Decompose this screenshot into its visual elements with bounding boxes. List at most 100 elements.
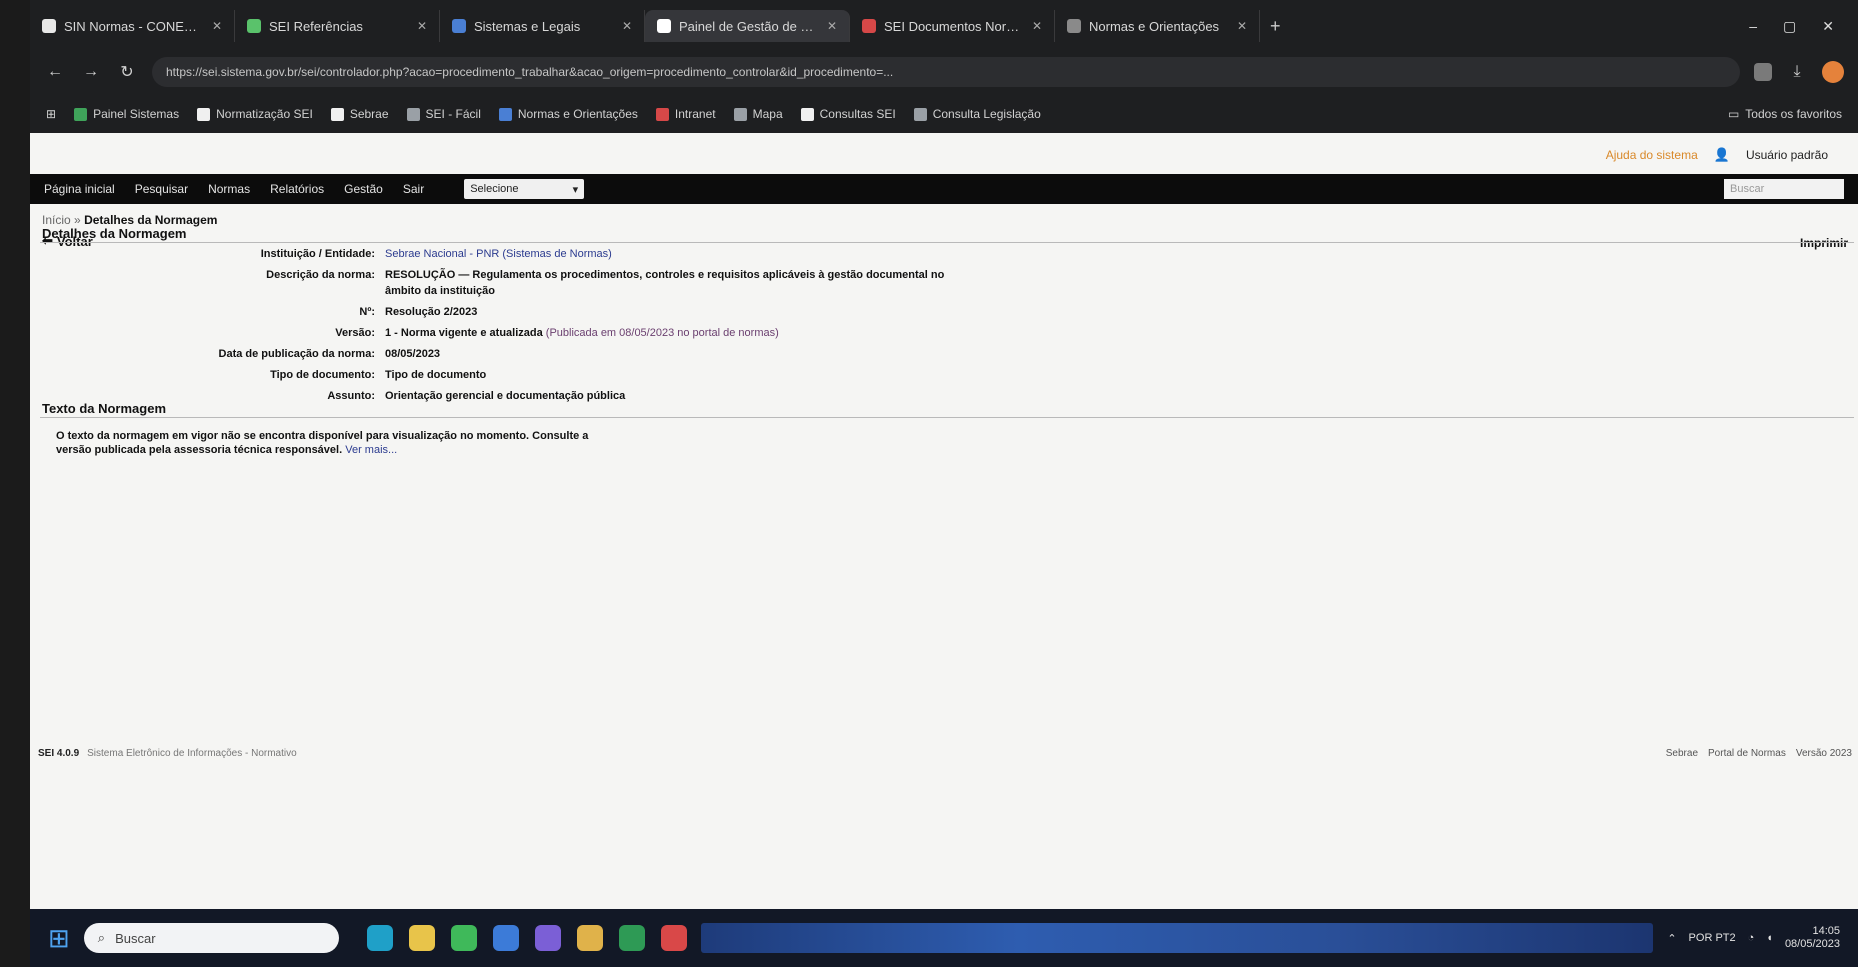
unit-select[interactable]: Selecione ▾	[464, 179, 585, 199]
tab-favicon-icon	[657, 19, 671, 33]
all-bookmarks[interactable]: ▭ Todos os favoritos	[1728, 107, 1842, 121]
maximize-icon[interactable]: ▢	[1783, 18, 1796, 35]
bookmark-item[interactable]: Painel Sistemas	[74, 107, 179, 121]
tray-language[interactable]: POR PT2	[1689, 932, 1736, 944]
field-value[interactable]: Sebrae Nacional - PNR (Sistemas de Norma…	[385, 246, 945, 262]
download-icon[interactable]: ⤓	[1786, 63, 1808, 81]
chrome-app-icon[interactable]	[450, 925, 477, 951]
close-icon[interactable]: ✕	[212, 19, 222, 33]
search-icon: ⌕	[97, 930, 106, 945]
unit-select-value: Selecione	[470, 183, 519, 195]
user-name[interactable]: Usuário padrão	[1746, 148, 1828, 162]
bookmark-label: Sebrae	[349, 107, 389, 121]
field-value: 1 - Norma vigente e atualizada (Publicad…	[385, 325, 945, 341]
field-label: Descrição da norma:	[266, 269, 375, 281]
print-link[interactable]: Imprimir	[1800, 236, 1848, 250]
store-app-icon[interactable]	[492, 925, 519, 951]
menu-item[interactable]: Gestão	[344, 182, 383, 196]
back-icon[interactable]: ←	[44, 63, 66, 81]
norm-text-body: O texto da normagem em vigor não se enco…	[56, 430, 589, 456]
menu-item[interactable]: Relatórios	[270, 182, 324, 196]
bookmark-item[interactable]: Mapa	[733, 107, 783, 121]
bookmark-favicon-icon	[498, 107, 512, 121]
footer-link[interactable]: Sebrae	[1666, 748, 1698, 759]
record-app-icon[interactable]	[660, 925, 687, 951]
menu-item[interactable]: Pesquisar	[135, 182, 188, 196]
bookmark-item[interactable]: Normas e Orientações	[498, 107, 638, 121]
bookmark-item[interactable]: Normatização SEI	[197, 107, 313, 121]
field-value: Orientação gerencial e documentação públ…	[385, 388, 945, 404]
window-controls: – ▢ ✕	[1749, 18, 1858, 35]
new-tab-button[interactable]: +	[1260, 16, 1291, 37]
profile-avatar[interactable]	[1822, 61, 1844, 83]
bookmarks-bar: ⊞ Painel Sistemas Normatização SEI Sebrae SE…	[30, 98, 1858, 130]
excel-app-icon[interactable]	[618, 925, 645, 951]
field-value: 08/05/2023	[385, 346, 945, 362]
bookmark-label: Mapa	[752, 107, 783, 121]
bookmark-item[interactable]: Consulta Legislação	[913, 107, 1041, 121]
bookmark-label: Intranet	[674, 107, 716, 121]
breadcrumb-separator: »	[74, 213, 81, 227]
browser-tab[interactable]: SEI Documentos Normas ✕	[850, 10, 1055, 42]
field-value-text: Resolução 2/2023	[385, 306, 478, 318]
close-window-icon[interactable]: ✕	[1822, 18, 1834, 35]
browser-tab[interactable]: Painel de Gestão de Campos ✕	[645, 10, 850, 42]
tab-label: SEI Documentos Normas	[884, 18, 1024, 34]
user-icon: 👤	[1713, 147, 1730, 162]
close-icon[interactable]: ✕	[417, 19, 427, 33]
field-label: Assunto:	[327, 390, 375, 402]
wifi-icon[interactable]: ◔	[1748, 932, 1755, 944]
close-icon[interactable]: ✕	[827, 19, 837, 33]
forward-icon[interactable]: →	[80, 63, 102, 81]
section-title-text: Texto da Normagem	[42, 401, 167, 416]
taskbar-app-banner[interactable]	[700, 923, 1654, 953]
field-value-text: 1 - Norma vigente e atualizada	[385, 327, 543, 339]
browser-tab[interactable]: SEI Referências ✕	[235, 10, 440, 42]
bookmark-label: Consulta Legislação	[932, 107, 1041, 121]
bookmark-item[interactable]: Intranet	[655, 107, 716, 121]
breadcrumb-home[interactable]: Início	[42, 213, 71, 227]
menu-item[interactable]: Página inicial	[44, 182, 115, 196]
volume-icon[interactable]: ◖	[1766, 932, 1773, 944]
footer-link[interactable]: Portal de Normas	[1708, 748, 1786, 759]
close-icon[interactable]: ✕	[1237, 19, 1247, 33]
menu-item[interactable]: Normas	[208, 182, 250, 196]
taskbar-search-input[interactable]: ⌕ Buscar	[83, 923, 339, 953]
close-icon[interactable]: ✕	[1032, 19, 1042, 33]
browser-tab[interactable]: SIN Normas - CONEN - Sebrah ✕	[30, 10, 235, 42]
chevron-up-icon[interactable]: ⌃	[1667, 932, 1676, 945]
section-title-details: Detalhes da Normagem	[42, 226, 187, 241]
footer-link[interactable]: Versão 2023	[1796, 748, 1852, 759]
menu-search-input[interactable]: Buscar	[1724, 179, 1844, 199]
bookmark-item[interactable]: SEI - Fácil	[406, 107, 481, 121]
browser-tab[interactable]: Normas e Orientações ✕	[1055, 10, 1260, 42]
edge-app-icon[interactable]	[366, 925, 393, 951]
breadcrumb: Início » Detalhes da Normagem	[42, 213, 217, 227]
field-value-text: Sebrae Nacional - PNR (Sistemas de Norma…	[385, 248, 612, 260]
help-link[interactable]: Ajuda do sistema	[1606, 148, 1698, 162]
folder-icon: ▭	[1727, 107, 1740, 121]
extension-icon[interactable]	[1754, 63, 1772, 81]
field-value: RESOLUÇÃO — Regulamenta os procedimentos…	[385, 267, 945, 299]
browser-tab[interactable]: Sistemas e Legais ✕	[440, 10, 645, 42]
reload-icon[interactable]: ↻	[116, 62, 138, 82]
bookmark-item[interactable]: Consultas SEI	[800, 107, 896, 121]
main-menu: Página inicial Pesquisar Normas Relatórios G…	[30, 174, 1858, 204]
files-app-icon[interactable]	[576, 925, 603, 951]
explorer-app-icon[interactable]	[408, 925, 435, 951]
minimize-icon[interactable]: –	[1749, 18, 1757, 35]
windows-start-icon[interactable]: ⊞	[48, 925, 70, 951]
clock[interactable]: 14:05 08/05/2023	[1785, 925, 1840, 951]
close-icon[interactable]: ✕	[622, 19, 632, 33]
page-content: Ajuda do sistema 👤 Usuário padrão Página…	[30, 133, 1858, 909]
address-bar[interactable]: https://sei.sistema.gov.br/sei/controlad…	[152, 57, 1740, 87]
read-more-link[interactable]: Ver mais...	[345, 444, 397, 456]
menu-item[interactable]: Sair	[403, 182, 424, 196]
apps-grid-icon[interactable]: ⊞	[46, 107, 56, 121]
field-value-text: Orientação gerencial e documentação públ…	[385, 390, 626, 402]
bookmark-label: Normas e Orientações	[517, 107, 638, 121]
tab-label: Normas e Orientações	[1089, 18, 1220, 34]
teams-app-icon[interactable]	[534, 925, 561, 951]
bookmark-label: Consultas SEI	[819, 107, 896, 121]
bookmark-item[interactable]: Sebrae	[330, 107, 389, 121]
